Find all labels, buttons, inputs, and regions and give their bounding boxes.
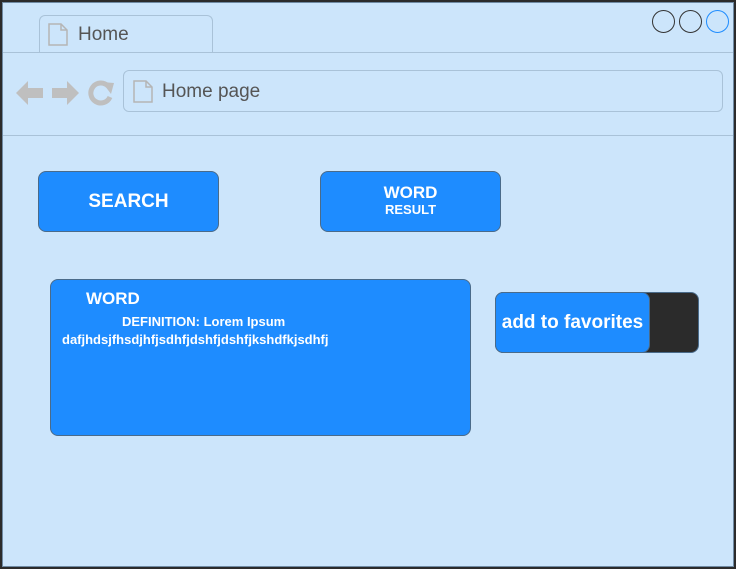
page-icon <box>133 80 153 108</box>
window-controls <box>652 10 729 33</box>
url-text: Home page <box>162 81 261 102</box>
word-definition-card: WORD DEFINITION: Lorem Ipsum dafjhdsjfhs… <box>50 279 471 436</box>
page-icon <box>48 23 68 51</box>
add-to-favorites-button[interactable]: add to favorites <box>495 292 650 353</box>
maximize-button[interactable] <box>679 10 702 33</box>
tab-label: Home <box>78 24 129 45</box>
word-result-line2: RESULT <box>384 202 437 217</box>
reload-icon[interactable] <box>87 80 115 111</box>
browser-window: Home Home page SEARCH WORD RESULT WORD D… <box>2 2 734 567</box>
favorites-toggle[interactable]: add to favorites <box>495 292 699 353</box>
search-button[interactable]: SEARCH <box>38 171 219 232</box>
definition-text: dafjhdsjfhsdjhfjsdhfjdshfjdshfjkshdfkjsd… <box>62 332 329 347</box>
address-bar[interactable]: Home page <box>123 70 723 112</box>
tab-home[interactable]: Home <box>39 15 213 52</box>
tab-bar: Home <box>3 3 733 53</box>
close-button[interactable] <box>706 10 729 33</box>
forward-arrow-icon[interactable] <box>51 80 79 111</box>
definition-label: DEFINITION: Lorem Ipsum <box>122 314 286 329</box>
word-title: WORD <box>86 289 140 308</box>
back-arrow-icon[interactable] <box>16 80 44 111</box>
minimize-button[interactable] <box>652 10 675 33</box>
word-result-line1: WORD <box>383 183 438 202</box>
navigation-bar: Home page <box>3 53 733 136</box>
word-result-button[interactable]: WORD RESULT <box>320 171 501 232</box>
